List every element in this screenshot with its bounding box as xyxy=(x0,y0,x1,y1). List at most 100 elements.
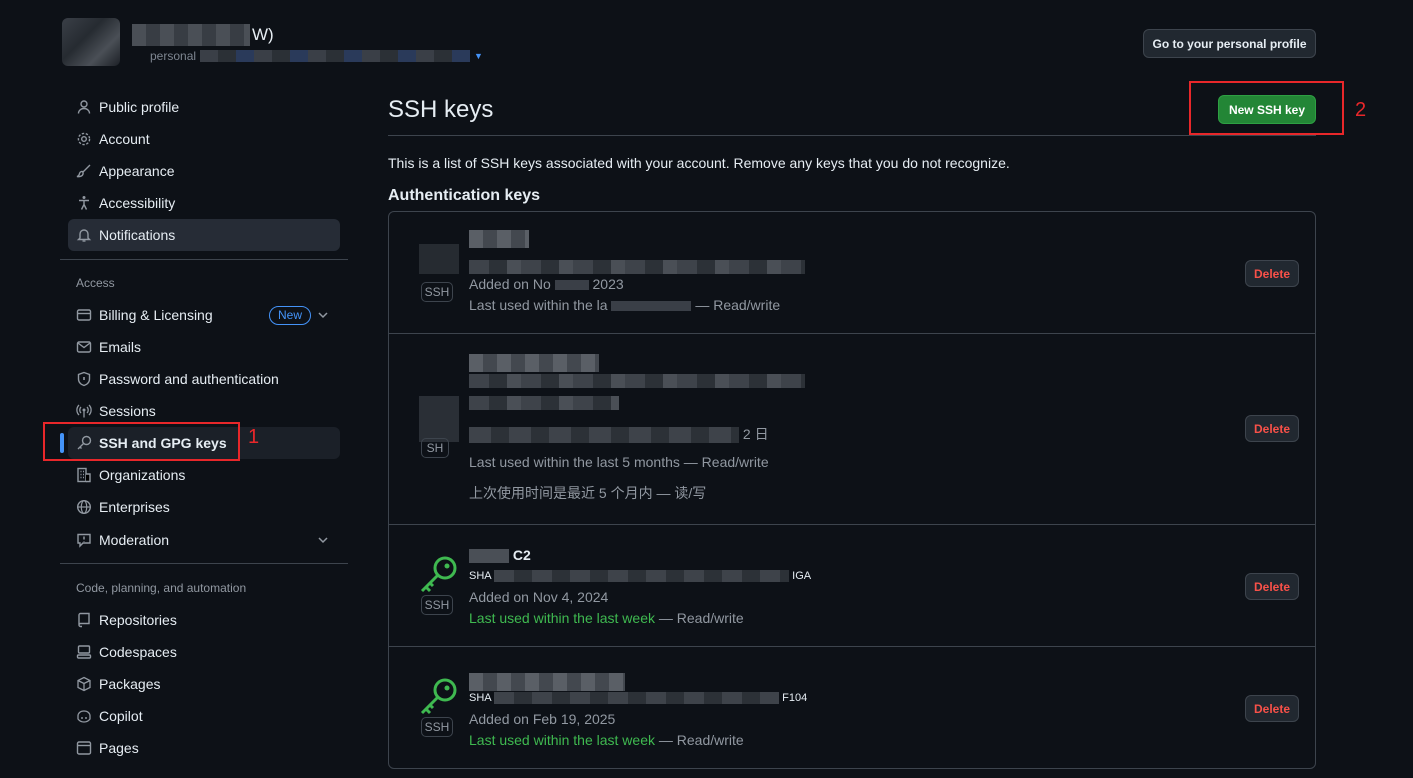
key-last-used: Last used within the la — Read/write xyxy=(469,297,780,313)
person-icon xyxy=(76,99,92,115)
bell-icon xyxy=(76,227,92,243)
last-used-text: Last used within the last 5 months xyxy=(469,454,680,470)
sidebar-item-label: Pages xyxy=(99,740,139,756)
redacted-key-icon xyxy=(419,244,459,274)
account-context-label: personal xyxy=(150,49,197,63)
key-added-date-zh: 2 日 xyxy=(469,424,769,444)
repo-icon xyxy=(76,612,92,628)
sidebar-item-repositories[interactable]: Repositories xyxy=(68,604,340,636)
redacted-key-title xyxy=(469,354,599,372)
redacted-added-date xyxy=(469,396,619,410)
added-year: 2023 xyxy=(592,276,624,292)
sidebar-item-label: Public profile xyxy=(99,99,180,115)
package-icon xyxy=(76,676,92,692)
new-ssh-key-button[interactable]: New SSH key xyxy=(1218,95,1316,124)
redacted-key-icon xyxy=(419,396,459,442)
list-item: SSH Added on No 2023 Last used within th… xyxy=(389,212,1315,333)
account-context[interactable]: personal ▼ xyxy=(150,49,483,63)
redacted-context xyxy=(200,50,471,62)
delete-key-button[interactable]: Delete xyxy=(1245,260,1299,287)
delete-key-button[interactable]: Delete xyxy=(1245,695,1299,722)
redacted-fingerprint xyxy=(469,260,805,274)
sidebar-item-password[interactable]: Password and authentication xyxy=(68,363,340,395)
key-title-tail: C2 xyxy=(512,547,531,563)
ssh-tag: SSH xyxy=(421,282,453,302)
credit-card-icon xyxy=(76,307,92,323)
sidebar-item-pages[interactable]: Pages xyxy=(68,732,340,764)
list-item: SH 2 日 Last used within the last 5 month… xyxy=(389,333,1315,524)
code-planning-heading: Code, planning, and automation xyxy=(76,581,247,595)
sidebar-item-label: Moderation xyxy=(99,532,170,548)
annotation-number-1: 1 xyxy=(248,426,260,448)
sidebar-item-billing[interactable]: Billing & Licensing New xyxy=(68,299,340,331)
sidebar-item-label: Packages xyxy=(99,676,161,692)
sidebar-item-accessibility[interactable]: Accessibility xyxy=(68,187,340,219)
added-prefix: Added on No xyxy=(469,276,551,292)
access-heading: Access xyxy=(76,276,115,290)
fingerprint-prefix: SHA xyxy=(469,692,492,704)
ssh-keys-list: SSH Added on No 2023 Last used within th… xyxy=(388,211,1316,769)
highlight-ssh-gpg-keys xyxy=(43,422,240,461)
browser-icon xyxy=(76,740,92,756)
sidebar-item-appearance[interactable]: Appearance xyxy=(68,155,340,187)
broadcast-icon xyxy=(76,403,92,419)
sidebar-item-organizations[interactable]: Organizations xyxy=(68,459,340,491)
sidebar-item-label: Enterprises xyxy=(99,499,170,515)
sidebar-item-label: Password and authentication xyxy=(99,371,279,387)
go-to-profile-button[interactable]: Go to your personal profile xyxy=(1143,29,1316,58)
sidebar-item-public-profile[interactable]: Public profile xyxy=(68,91,340,123)
last-used-text: Last used within the last week xyxy=(469,610,655,626)
sidebar-item-enterprises[interactable]: Enterprises xyxy=(68,491,340,523)
key-last-used: Last used within the last week — Read/wr… xyxy=(469,732,744,748)
redacted-name xyxy=(132,24,250,46)
sidebar-item-notifications[interactable]: Notifications xyxy=(68,219,340,251)
sidebar-item-packages[interactable]: Packages xyxy=(68,668,340,700)
account-name-suffix: W) xyxy=(252,25,274,44)
ssh-tag: SSH xyxy=(421,595,453,615)
codespaces-icon xyxy=(76,644,92,660)
last-used-text: Last used within the la xyxy=(469,297,608,313)
sidebar-item-emails[interactable]: Emails xyxy=(68,331,340,363)
access-level: — Read/write xyxy=(658,732,744,748)
redacted-key-title xyxy=(469,549,509,564)
redacted-key-title xyxy=(469,230,529,248)
avatar[interactable] xyxy=(62,18,120,66)
sidebar-divider xyxy=(60,259,348,260)
sidebar-divider xyxy=(60,563,348,564)
redacted-date-zh xyxy=(469,427,739,444)
delete-key-button[interactable]: Delete xyxy=(1245,415,1299,442)
title-divider xyxy=(388,135,1316,136)
chevron-down-icon[interactable] xyxy=(316,308,330,325)
added-zh-tail: 2 日 xyxy=(742,426,769,442)
fingerprint-tail: F104 xyxy=(782,692,808,704)
delete-key-button[interactable]: Delete xyxy=(1245,573,1299,600)
redacted-last-used xyxy=(611,301,692,312)
redacted-key-title xyxy=(469,673,625,691)
copilot-icon xyxy=(76,708,92,724)
sidebar-item-codespaces[interactable]: Codespaces xyxy=(68,636,340,668)
access-level: — Read/write xyxy=(683,454,769,470)
intro-text: This is a list of SSH keys associated wi… xyxy=(388,155,1010,171)
key-last-used: Last used within the last week — Read/wr… xyxy=(469,610,744,626)
sidebar-item-moderation[interactable]: Moderation xyxy=(68,524,340,556)
key-added-date: Added on Nov 4, 2024 xyxy=(469,589,609,605)
key-title: C2 xyxy=(469,547,531,564)
annotation-number-2: 2 xyxy=(1355,99,1367,121)
sidebar-item-label: Appearance xyxy=(99,163,175,179)
key-icon xyxy=(420,556,457,593)
redacted-fingerprint xyxy=(469,374,805,388)
page-title: SSH keys xyxy=(388,96,494,123)
sidebar-item-label: Emails xyxy=(99,339,142,355)
chevron-down-icon[interactable] xyxy=(316,533,330,550)
ssh-tag: SSH xyxy=(421,717,453,737)
access-level: — Read/write xyxy=(695,297,781,313)
sidebar-item-account[interactable]: Account xyxy=(68,123,340,155)
access-level: — Read/write xyxy=(658,610,744,626)
sidebar-item-label: Organizations xyxy=(99,467,186,483)
sidebar-item-copilot[interactable]: Copilot xyxy=(68,700,340,732)
globe-icon xyxy=(76,499,92,515)
sidebar-item-label: Billing & Licensing xyxy=(99,307,213,323)
sidebar-item-label: Sessions xyxy=(99,403,156,419)
fingerprint-prefix: SHA xyxy=(469,570,492,582)
authentication-keys-heading: Authentication keys xyxy=(388,187,541,204)
